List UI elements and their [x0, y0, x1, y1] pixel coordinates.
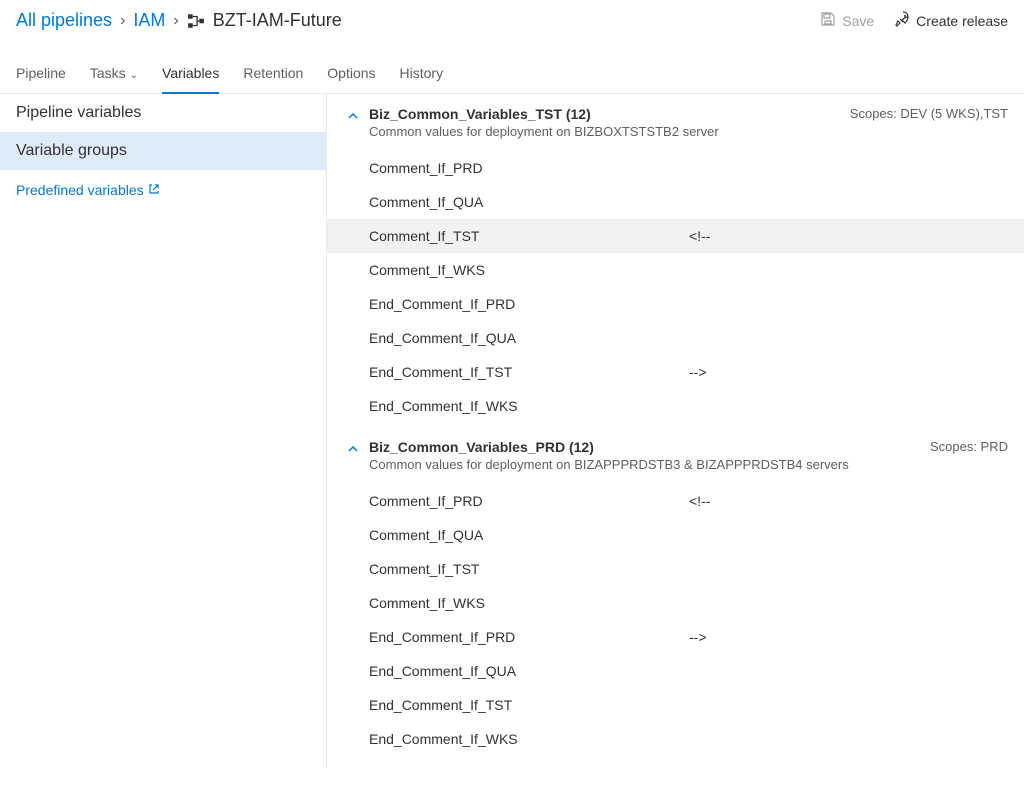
variable-group-scopes: Scopes: PRD [930, 439, 1008, 454]
variable-name: Comment_If_QUA [369, 194, 689, 210]
variable-value: --> [689, 364, 707, 380]
variable-group-header: Biz_Common_Variables_TST (12) Common valu… [327, 102, 1024, 143]
variable-name: End_Comment_If_TST [369, 697, 689, 713]
variable-name: End_Comment_If_PRD [369, 296, 689, 312]
variable-group-header: Biz_Common_Variables_PRD (12) Common valu… [327, 435, 1024, 476]
variable-name: Comment_If_WKS [369, 262, 689, 278]
variable-name: Comment_If_QUA [369, 527, 689, 543]
tab-variables[interactable]: Variables [162, 57, 219, 93]
chevron-right-icon: › [120, 12, 125, 30]
variable-name: End_Comment_If_QUA [369, 663, 689, 679]
variable-list: Comment_If_PRD Comment_If_QUA Comment_If_T… [327, 143, 1024, 423]
variable-row[interactable]: End_Comment_If_TST [327, 688, 1024, 722]
variable-row[interactable]: Comment_If_PRD<!-- [327, 484, 1024, 518]
breadcrumb-parent[interactable]: IAM [133, 10, 165, 31]
variable-name: End_Comment_If_WKS [369, 398, 689, 414]
variable-name: End_Comment_If_QUA [369, 330, 689, 346]
save-button: Save [820, 11, 874, 30]
sidebar-pipeline-variables[interactable]: Pipeline variables [0, 94, 326, 132]
variable-row[interactable]: Comment_If_QUA [327, 518, 1024, 552]
variable-name: End_Comment_If_TST [369, 364, 689, 380]
sidebar: Pipeline variables Variable groups Prede… [0, 94, 326, 768]
variable-name: End_Comment_If_PRD [369, 629, 689, 645]
tab-history[interactable]: History [400, 57, 444, 93]
breadcrumb: All pipelines › IAM › BZT-IAM-Future [16, 10, 342, 31]
main-content: Biz_Common_Variables_TST (12) Common valu… [326, 94, 1024, 768]
variable-row[interactable]: Comment_If_PRD [327, 151, 1024, 185]
variable-name: Comment_If_PRD [369, 160, 689, 176]
variable-value: --> [689, 629, 707, 645]
variable-group-scopes: Scopes: DEV (5 WKS),TST [850, 106, 1008, 121]
tab-retention[interactable]: Retention [243, 57, 303, 93]
variable-name: End_Comment_If_WKS [369, 731, 689, 747]
breadcrumb-root[interactable]: All pipelines [16, 10, 112, 31]
variable-row[interactable]: Comment_If_QUA [327, 185, 1024, 219]
page-header: All pipelines › IAM › BZT-IAM-Future Sav… [0, 0, 1024, 35]
save-label: Save [842, 13, 874, 29]
chevron-up-icon[interactable] [337, 106, 369, 122]
variable-group-title[interactable]: Biz_Common_Variables_PRD (12) [369, 439, 918, 455]
variable-name: Comment_If_PRD [369, 493, 689, 509]
save-icon [820, 11, 836, 30]
variable-row[interactable]: End_Comment_If_PRD--> [327, 620, 1024, 654]
create-release-button[interactable]: Create release [894, 11, 1008, 30]
tab-options[interactable]: Options [327, 57, 375, 93]
variable-row[interactable]: Comment_If_TST [327, 552, 1024, 586]
variable-group-info: Biz_Common_Variables_TST (12) Common valu… [369, 106, 838, 139]
chevron-down-icon: ⌄ [130, 70, 138, 81]
variable-group: Biz_Common_Variables_PRD (12) Common valu… [327, 435, 1024, 756]
variable-group-desc: Common values for deployment on BIZAPPPR… [369, 457, 918, 472]
variable-row[interactable]: End_Comment_If_WKS [327, 389, 1024, 423]
variable-value: <!-- [689, 493, 710, 509]
tab-tasks[interactable]: Tasks ⌄ [90, 57, 138, 93]
variable-row[interactable]: Comment_If_TST<!-- [327, 219, 1024, 253]
variable-name: Comment_If_TST [369, 561, 689, 577]
sidebar-variable-groups[interactable]: Variable groups [0, 132, 326, 170]
variable-row[interactable]: End_Comment_If_PRD [327, 287, 1024, 321]
chevron-right-icon: › [173, 12, 178, 30]
variable-name: Comment_If_TST [369, 228, 689, 244]
variable-list: Comment_If_PRD<!-- Comment_If_QUA Comment_… [327, 476, 1024, 756]
variable-row[interactable]: End_Comment_If_QUA [327, 654, 1024, 688]
variable-row[interactable]: End_Comment_If_QUA [327, 321, 1024, 355]
variable-group-desc: Common values for deployment on BIZBOXTS… [369, 124, 838, 139]
variable-name: Comment_If_WKS [369, 595, 689, 611]
rocket-icon [894, 11, 910, 30]
sidebar-predefined-label: Predefined variables [16, 182, 144, 198]
variable-group: Biz_Common_Variables_TST (12) Common valu… [327, 102, 1024, 423]
sidebar-predefined-link[interactable]: Predefined variables [0, 170, 326, 210]
tab-pipeline[interactable]: Pipeline [16, 57, 66, 93]
variable-row[interactable]: Comment_If_WKS [327, 253, 1024, 287]
page-title: BZT-IAM-Future [213, 10, 342, 31]
variable-row[interactable]: End_Comment_If_TST--> [327, 355, 1024, 389]
variable-value: <!-- [689, 228, 710, 244]
tabs: Pipeline Tasks ⌄ Variables Retention Opti… [0, 57, 1024, 94]
variable-group-title[interactable]: Biz_Common_Variables_TST (12) [369, 106, 838, 122]
variable-group-info: Biz_Common_Variables_PRD (12) Common valu… [369, 439, 918, 472]
chevron-up-icon[interactable] [337, 439, 369, 455]
variable-row[interactable]: End_Comment_If_WKS [327, 722, 1024, 756]
pipeline-icon [187, 12, 205, 30]
variable-row[interactable]: Comment_If_WKS [327, 586, 1024, 620]
external-link-icon [148, 182, 160, 198]
header-actions: Save Create release [820, 11, 1008, 30]
body: Pipeline variables Variable groups Prede… [0, 94, 1024, 768]
tab-tasks-label: Tasks [90, 65, 126, 81]
create-release-label: Create release [916, 13, 1008, 29]
